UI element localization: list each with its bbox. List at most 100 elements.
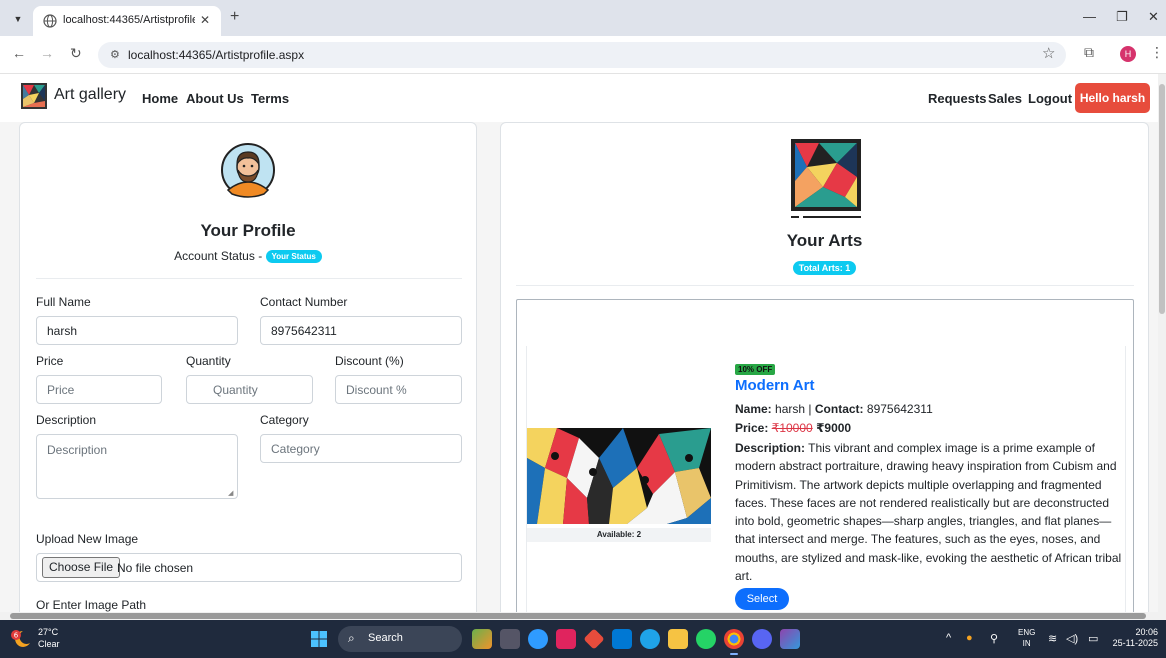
stained-glass-art-icon [791, 139, 861, 218]
language-code: ENG [1018, 628, 1036, 637]
reload-icon[interactable]: ↻ [70, 45, 82, 62]
vertical-scrollbar[interactable] [1158, 74, 1166, 620]
browser-tab-bar: ▼ localhost:44365/Artistprofile.as ✕ + —… [0, 0, 1166, 36]
restore-icon[interactable]: ❐ [1116, 9, 1128, 25]
nav-link-terms[interactable]: Terms [251, 91, 289, 106]
browser-toolbar: ← → ↻ ⚙ localhost:44365/Artistprofile.as… [0, 36, 1166, 74]
nav-link-about-us[interactable]: About Us [186, 91, 244, 106]
visual-studio-icon[interactable] [780, 629, 800, 649]
windows-start-icon[interactable] [311, 631, 327, 647]
wifi-icon[interactable]: ≋ [1048, 632, 1057, 645]
clock-date: 25-11-2025 [1112, 638, 1158, 648]
brand-name[interactable]: Art gallery [54, 86, 126, 104]
url-text[interactable]: localhost:44365/Artistprofile.aspx [128, 48, 304, 62]
office-app-icon[interactable] [583, 628, 605, 650]
horizontal-scroll-thumb[interactable] [10, 613, 1146, 619]
select-art-button[interactable]: Select [735, 588, 789, 610]
art-title-link[interactable]: Modern Art [735, 377, 814, 394]
browser-tab-active[interactable]: localhost:44365/Artistprofile.as ✕ [33, 6, 221, 36]
tray-overflow-chevron-icon[interactable]: ^ [946, 632, 951, 644]
back-arrow-icon[interactable]: ← [12, 45, 26, 61]
choose-file-button[interactable]: Choose File [42, 557, 121, 578]
image-file-input[interactable]: Choose File No file chosen [36, 553, 462, 582]
extensions-puzzle-icon[interactable]: ⧉ [1084, 44, 1094, 61]
full-name-label: Full Name [36, 295, 91, 309]
forward-arrow-icon[interactable]: → [40, 45, 54, 61]
tab-close-icon[interactable]: ✕ [200, 13, 210, 27]
name-label: Name: [735, 402, 772, 416]
description-text: This vibrant and complex image is a prim… [735, 441, 1122, 584]
nav-link-home[interactable]: Home [142, 91, 178, 106]
clock-time: 20:06 [1135, 627, 1158, 637]
minimize-icon[interactable]: — [1083, 9, 1096, 24]
account-status: Account Status - Your Status [20, 249, 476, 263]
browser-menu-kebab-icon[interactable]: ⋮ [1150, 44, 1164, 61]
temperature: 27°C [38, 627, 59, 637]
mcafee-app-icon[interactable] [556, 629, 576, 649]
tray-usb-icon[interactable]: ⚲ [990, 632, 998, 645]
new-price: ₹9000 [816, 421, 852, 435]
category-label: Category [260, 413, 309, 427]
file-explorer-icon[interactable] [668, 629, 688, 649]
quantity-input[interactable] [186, 375, 313, 404]
window-close-icon[interactable]: ✕ [1148, 9, 1159, 25]
horizontal-scrollbar[interactable] [0, 612, 1158, 620]
upload-image-label: Upload New Image [36, 532, 139, 546]
site-info-icon[interactable]: ⚙ [110, 48, 120, 61]
region-code: IN [1022, 639, 1031, 648]
store-app-icon[interactable] [612, 629, 632, 649]
task-view-icon[interactable] [500, 629, 520, 649]
price-input[interactable] [36, 375, 162, 404]
globe-icon [43, 14, 57, 28]
arts-divider [516, 285, 1134, 286]
arts-card: Your Arts Total Arts: 1 Available: 2 10%… [500, 122, 1149, 620]
meta-separator: | [808, 402, 812, 416]
bookmark-star-icon[interactable]: ☆ [1042, 44, 1055, 62]
weather-alert-count: 6 [14, 632, 19, 640]
tab-list-chevron-icon[interactable]: ▼ [9, 10, 27, 28]
arts-title: Your Arts [786, 231, 863, 250]
chrome-app-icon[interactable] [724, 629, 744, 655]
discount-badge: 10% OFF [735, 364, 776, 375]
address-bar[interactable]: ⚙ localhost:44365/Artistprofile.aspx [98, 42, 1066, 68]
resize-grip-icon[interactable]: ◢ [228, 489, 233, 497]
nav-link-logout[interactable]: Logout [1028, 91, 1072, 106]
battery-icon[interactable]: ▭ [1088, 632, 1098, 645]
contact-number-label: Contact Number [260, 295, 348, 309]
discord-app-icon[interactable] [752, 629, 772, 649]
art-gallery-logo-icon[interactable] [21, 83, 47, 109]
taskbar-search[interactable]: ⌕ Search [338, 626, 462, 652]
nav-link-sales[interactable]: Sales [988, 91, 1022, 106]
nav-link-requests[interactable]: Requests [928, 91, 987, 106]
whatsapp-app-icon[interactable] [696, 629, 716, 649]
new-tab-plus-icon[interactable]: + [230, 8, 239, 26]
artwork-thumbnail[interactable] [527, 428, 711, 524]
tray-app-icon[interactable]: ● [966, 632, 973, 644]
widgets-app-icon[interactable] [472, 629, 492, 649]
vertical-scroll-thumb[interactable] [1159, 84, 1165, 314]
moon-weather-icon[interactable]: 6 [10, 629, 32, 649]
language-indicator[interactable]: ENG IN [1018, 627, 1035, 649]
discount-label: Discount (%) [335, 354, 404, 368]
edge-app-icon[interactable] [640, 629, 660, 649]
description-textarea[interactable] [36, 434, 238, 499]
windows-taskbar: 6 27°C Clear ⌕ Search ^ ● ⚲ ENG IN ≋ ◁) … [0, 620, 1166, 658]
quantity-label: Quantity [186, 354, 231, 368]
contact-number-input[interactable] [260, 316, 462, 345]
profile-title: Your Profile [200, 221, 296, 240]
weather-widget[interactable]: 27°C Clear [38, 626, 60, 650]
hello-user-button[interactable]: Hello harsh [1075, 83, 1150, 113]
account-status-label: Account Status - [174, 249, 263, 263]
discount-input[interactable] [335, 375, 462, 404]
art-description: Description: This vibrant and complex im… [735, 439, 1127, 585]
price-label: Price [36, 354, 64, 368]
tab-title: localhost:44365/Artistprofile.as [63, 14, 195, 26]
system-clock[interactable]: 20:06 25-11-2025 [1108, 627, 1158, 649]
browser-profile-avatar[interactable]: H [1120, 46, 1136, 62]
category-input[interactable] [260, 434, 462, 463]
full-name-input[interactable] [36, 316, 238, 345]
art-item: Available: 2 10% OFF Modern Art Name: ha… [526, 346, 1126, 620]
profile-divider [36, 278, 462, 279]
volume-icon[interactable]: ◁) [1066, 632, 1078, 645]
copilot-app-icon[interactable] [528, 629, 548, 649]
